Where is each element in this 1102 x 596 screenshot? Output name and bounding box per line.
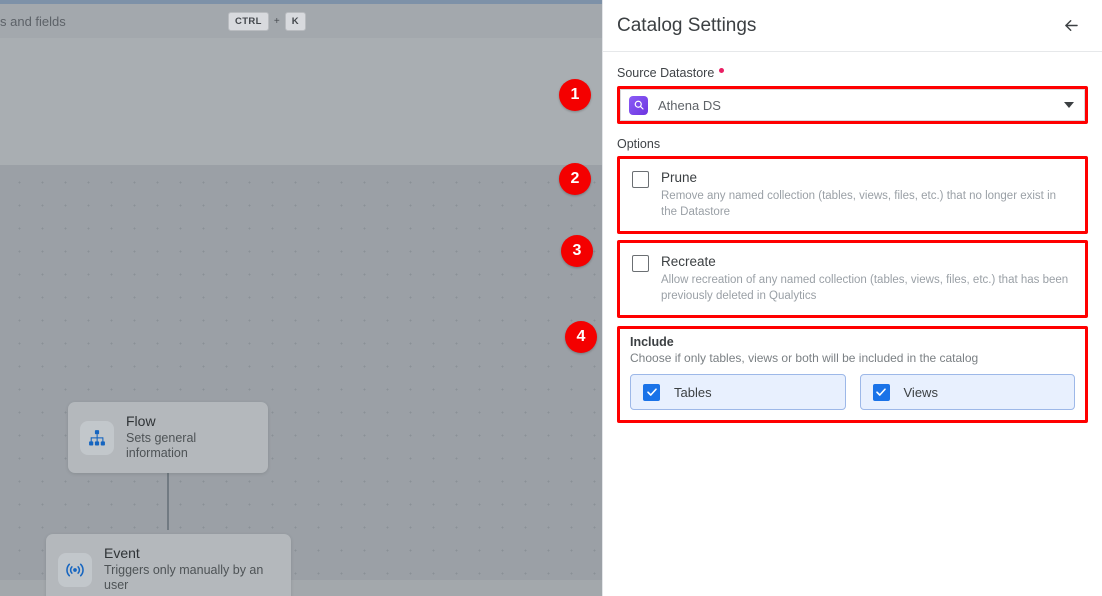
include-title: Include <box>630 335 674 350</box>
canvas-dot-grid[interactable] <box>0 165 602 580</box>
step-badge-1: 1 <box>559 79 591 111</box>
recreate-checkbox[interactable] <box>632 255 649 273</box>
search-shortcut: CTRL + K <box>227 11 306 31</box>
option-title: Prune <box>661 170 698 185</box>
views-checkbox[interactable] <box>872 383 890 401</box>
node-subtitle: Sets general information <box>126 430 197 461</box>
panel-header: Catalog Settings <box>603 0 1102 52</box>
option-description: Remove any named collection (tables, vie… <box>661 190 1057 218</box>
catalog-settings-panel: Catalog Settings Source Datastore Athena <box>602 0 1102 596</box>
back-arrow-icon[interactable] <box>1056 11 1086 41</box>
step-badge-3: 3 <box>561 235 593 267</box>
annotation-box-2: Prune Remove any named collection (table… <box>617 156 1088 235</box>
canvas-blank-region <box>0 38 602 165</box>
kbd-k: K <box>284 11 306 31</box>
prune-checkbox[interactable] <box>632 171 649 188</box>
option-recreate[interactable]: Recreate Allow recreation of any named c… <box>620 243 1085 316</box>
include-choice-views[interactable]: Views <box>859 374 1075 411</box>
annotation-box-4: Include Choose if only tables, views or … <box>617 326 1088 424</box>
choice-label: Tables <box>674 384 712 400</box>
kbd-ctrl: CTRL <box>227 11 269 31</box>
option-prune[interactable]: Prune Remove any named collection (table… <box>620 159 1085 232</box>
source-datastore-value: Athena DS <box>658 97 721 113</box>
include-choice-tables[interactable]: Tables <box>630 374 846 411</box>
annotation-box-1: Athena DS <box>617 86 1088 124</box>
annotation-box-3: Recreate Allow recreation of any named c… <box>617 240 1088 319</box>
broadcast-icon <box>58 552 92 587</box>
step-badge-2: 2 <box>559 163 591 195</box>
chevron-down-icon[interactable] <box>1064 102 1074 108</box>
source-datastore-select[interactable]: Athena DS <box>620 89 1085 121</box>
event-node-card[interactable]: Event Triggers only manually by an user <box>46 534 291 596</box>
source-datastore-label: Source Datastore <box>617 66 1088 80</box>
options-label: Options <box>617 137 661 151</box>
node-subtitle: Triggers only manually by an user <box>104 562 264 593</box>
search-input-text[interactable]: s and fields <box>0 14 66 29</box>
choice-label: Views <box>903 384 938 400</box>
athena-magnifier-icon <box>629 95 648 115</box>
node-title: Flow <box>126 413 156 429</box>
kbd-plus: + <box>273 15 280 27</box>
tables-checkbox[interactable] <box>643 383 660 401</box>
workflow-canvas[interactable]: s and fields CTRL + K Flow Sets general … <box>0 0 602 596</box>
panel-body: Source Datastore Athena DS Options Prune… <box>603 52 1102 424</box>
option-description: Allow recreation of any named collection… <box>661 274 1069 302</box>
node-title: Event <box>104 545 140 561</box>
flow-node-card[interactable]: Flow Sets general information <box>68 402 268 474</box>
page-title: Catalog Settings <box>617 14 757 36</box>
option-title: Recreate <box>661 254 716 270</box>
search-bar[interactable]: s and fields CTRL + K <box>0 4 602 38</box>
required-indicator <box>719 67 725 73</box>
sitemap-icon <box>80 420 114 455</box>
step-badge-4: 4 <box>565 321 597 353</box>
include-description: Choose if only tables, views or both wil… <box>630 351 979 366</box>
